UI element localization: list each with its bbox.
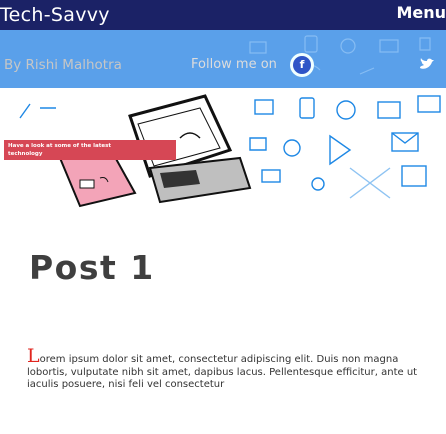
site-title[interactable]: Tech-Savvy [0, 0, 110, 30]
post-body: Lorem ipsum dolor sit amet, consectetur … [27, 347, 439, 392]
post-title: Post 1 [29, 248, 155, 287]
follow-me-label: Follow me on [191, 57, 277, 72]
twitter-icon [420, 58, 434, 69]
hero-caption: Have a look at some of the latest techno… [4, 140, 176, 160]
twitter-button[interactable] [416, 56, 438, 74]
hero-caption-line1: Have a look at some of the latest [8, 143, 112, 149]
facebook-icon: f [293, 56, 311, 74]
site-header: Tech-Savvy Menu [0, 0, 446, 30]
facebook-button[interactable]: f [290, 53, 314, 77]
hero-banner: Have a look at some of the latest techno… [0, 88, 446, 210]
menu-button[interactable]: Menu [396, 0, 446, 30]
hero-caption-line2: technology [8, 151, 43, 157]
author-name: By Rishi Malhotra [4, 57, 122, 73]
post-body-text: orem ipsum dolor sit amet, consectetur a… [27, 354, 418, 390]
post-dropcap: L [27, 345, 40, 367]
byline-bar: By Rishi Malhotra Follow me on f [0, 30, 446, 88]
